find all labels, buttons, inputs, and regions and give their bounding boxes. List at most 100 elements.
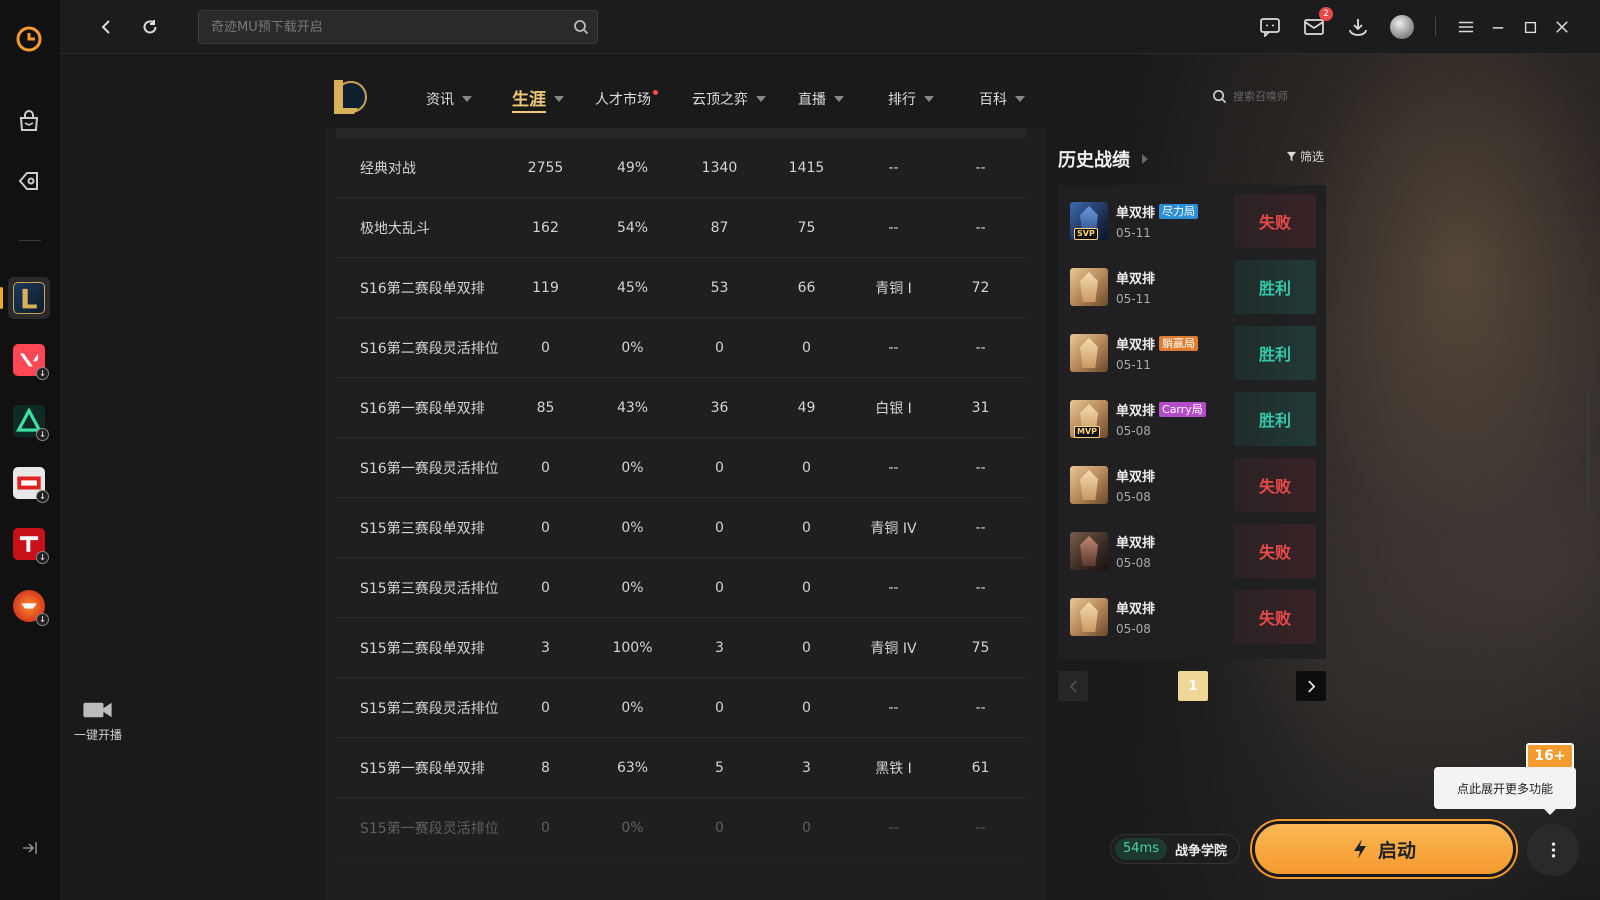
cell-mode: S15第三赛段单双排 [360, 520, 485, 537]
more-vertical-icon [1551, 842, 1555, 858]
page-scrollbar[interactable] [1587, 390, 1590, 510]
expand-rail-icon[interactable] [18, 838, 42, 858]
game-cf-tile[interactable]: ↓ [8, 585, 50, 627]
menu-icon[interactable] [1452, 13, 1480, 41]
table-row[interactable]: S16第二赛段灵活排位 0 0% 0 0 -- -- [336, 318, 1026, 378]
match-info: 单双排 尽力局 05-11 [1116, 202, 1234, 240]
match-date: 05-11 [1116, 358, 1151, 372]
match-history-item[interactable]: 单双排 05-08 失败 [1070, 587, 1316, 647]
table-row[interactable]: 经典对战 2755 49% 1340 1415 -- -- [336, 138, 1026, 198]
match-history-item[interactable]: 单双排 05-08 失败 [1070, 521, 1316, 581]
search-icon[interactable] [573, 19, 589, 39]
cell-wins: 87 [710, 219, 729, 236]
cell-losses: 0 [802, 699, 811, 716]
match-tag: Carry局 [1159, 402, 1206, 417]
download-manager-icon[interactable] [1344, 13, 1372, 41]
match-history-item[interactable]: 单双排 05-11 胜利 [1070, 257, 1316, 317]
minimize-icon[interactable] [1484, 13, 1512, 41]
match-info: 单双排 躺赢局 05-11 [1116, 334, 1234, 372]
match-mode-label: 单双排 [1116, 206, 1156, 221]
cell-winrate: 43% [616, 399, 649, 416]
nav-live[interactable]: 直播 [798, 84, 844, 114]
game-dnf-tile[interactable]: ↓ [8, 462, 50, 504]
cell-mode: 经典对战 [360, 160, 416, 177]
table-row[interactable]: S15第三赛段灵活排位 0 0% 0 0 -- -- [336, 558, 1026, 618]
match-history-item[interactable]: 单双排 躺赢局 05-11 胜利 [1070, 323, 1316, 383]
cell-losses: 0 [802, 459, 811, 476]
launch-button[interactable]: 启动 [1252, 821, 1516, 877]
cell-rank: -- [888, 159, 899, 176]
store-bag-icon[interactable] [8, 100, 50, 142]
table-row[interactable]: S16第一赛段灵活排位 0 0% 0 0 -- -- [336, 438, 1026, 498]
cell-losses: 49 [797, 399, 816, 416]
table-row[interactable]: S15第一赛段单双排 8 63% 5 3 黑铁 I 61 [336, 738, 1026, 798]
cell-winrate: 45% [616, 279, 649, 296]
cell-points: 75 [971, 639, 990, 656]
refresh-icon[interactable] [136, 13, 164, 41]
match-date: 05-08 [1116, 556, 1151, 570]
match-mode-label: 单双排 [1116, 470, 1156, 485]
maximize-icon[interactable] [1516, 13, 1544, 41]
chevron-right-icon [1307, 680, 1315, 692]
app-logo-icon[interactable] [8, 18, 50, 60]
game-lol-tile[interactable] [0, 277, 50, 319]
nav-wiki[interactable]: 百科 [979, 84, 1025, 114]
game-tft-tile[interactable]: ↓ [8, 400, 50, 442]
cell-rank: -- [888, 819, 899, 836]
table-row[interactable]: S15第三赛段单双排 0 0% 0 0 青铜 IV -- [336, 498, 1026, 558]
performance-badge: SVP [1074, 228, 1098, 240]
match-history-item[interactable]: SVP 单双排 尽力局 05-11 失败 [1070, 191, 1316, 251]
cell-points: 31 [971, 399, 990, 416]
user-avatar[interactable] [1388, 13, 1416, 41]
one-click-live-button[interactable]: 一键开播 [68, 700, 128, 743]
gamepad-tag-icon[interactable] [8, 160, 50, 202]
cell-rank: -- [888, 699, 899, 716]
prev-page-button[interactable] [1058, 671, 1088, 701]
valorant-logo-icon: ↓ [13, 344, 49, 380]
cell-rank: -- [888, 459, 899, 476]
page-number[interactable]: 1 [1178, 671, 1208, 701]
nav-tft[interactable]: 云顶之弈 [692, 84, 766, 114]
close-icon[interactable] [1548, 13, 1576, 41]
server-status[interactable]: 54ms 战争学院 [1110, 834, 1240, 864]
next-page-button[interactable] [1296, 671, 1326, 701]
game-nsh-tile[interactable]: ↓ [8, 523, 50, 565]
nav-talent-market[interactable]: 人才市场 [595, 84, 658, 114]
nav-career[interactable]: 生涯 [512, 84, 564, 114]
table-row[interactable]: S16第二赛段单双排 119 45% 53 66 青铜 I 72 [336, 258, 1026, 318]
cell-losses: 3 [802, 759, 811, 776]
global-search-input[interactable] [199, 11, 597, 43]
cell-total: 0 [541, 819, 550, 836]
nav-rankings[interactable]: 排行 [888, 84, 934, 114]
chat-icon[interactable] [1256, 13, 1284, 41]
cell-mode: S16第二赛段灵活排位 [360, 340, 499, 357]
summoner-search[interactable]: 搜索召唤师 [1212, 88, 1288, 104]
cell-total: 162 [532, 219, 559, 236]
nav-news[interactable]: 资讯 [426, 84, 472, 114]
cell-mode: S15第三赛段灵活排位 [360, 580, 499, 597]
match-mode: 单双排 Carry局 [1116, 400, 1234, 419]
back-arrow-icon[interactable] [92, 13, 120, 41]
table-row[interactable]: S15第二赛段灵活排位 0 0% 0 0 -- -- [336, 678, 1026, 738]
cell-losses: 66 [797, 279, 816, 296]
match-history-item[interactable]: MVP 单双排 Carry局 05-08 胜利 [1070, 389, 1316, 449]
cell-winrate: 0% [621, 459, 644, 476]
history-title[interactable]: 历史战绩 [1058, 146, 1148, 172]
performance-badge: MVP [1074, 426, 1101, 438]
game-valorant-tile[interactable]: ↓ [8, 339, 50, 381]
mail-icon[interactable]: 2 [1300, 7, 1333, 41]
table-row[interactable]: 极地大乱斗 162 54% 87 75 -- -- [336, 198, 1026, 258]
top-bar: 2 [60, 0, 1600, 54]
match-history-list: SVP 单双排 尽力局 05-11 失败 单双排 05-11 胜利 单双排 躺赢局 05-11 胜利 M… [1058, 185, 1326, 659]
cell-losses: 1415 [788, 159, 825, 176]
lol-emblem-icon[interactable] [330, 76, 368, 118]
more-options-button[interactable] [1527, 824, 1579, 876]
cell-rank: -- [888, 219, 899, 236]
match-history-item[interactable]: 单双排 05-08 失败 [1070, 455, 1316, 515]
filter-button[interactable]: 筛选 [1286, 148, 1324, 165]
table-row[interactable]: S15第一赛段灵活排位 0 0% 0 0 -- -- [336, 798, 1026, 858]
cell-wins: 0 [715, 459, 724, 476]
table-row[interactable]: S15第二赛段单双排 3 100% 3 0 青铜 IV 75 [336, 618, 1026, 678]
table-row[interactable]: S16第一赛段单双排 85 43% 36 49 白银 I 31 [336, 378, 1026, 438]
lightning-icon [1353, 839, 1366, 859]
